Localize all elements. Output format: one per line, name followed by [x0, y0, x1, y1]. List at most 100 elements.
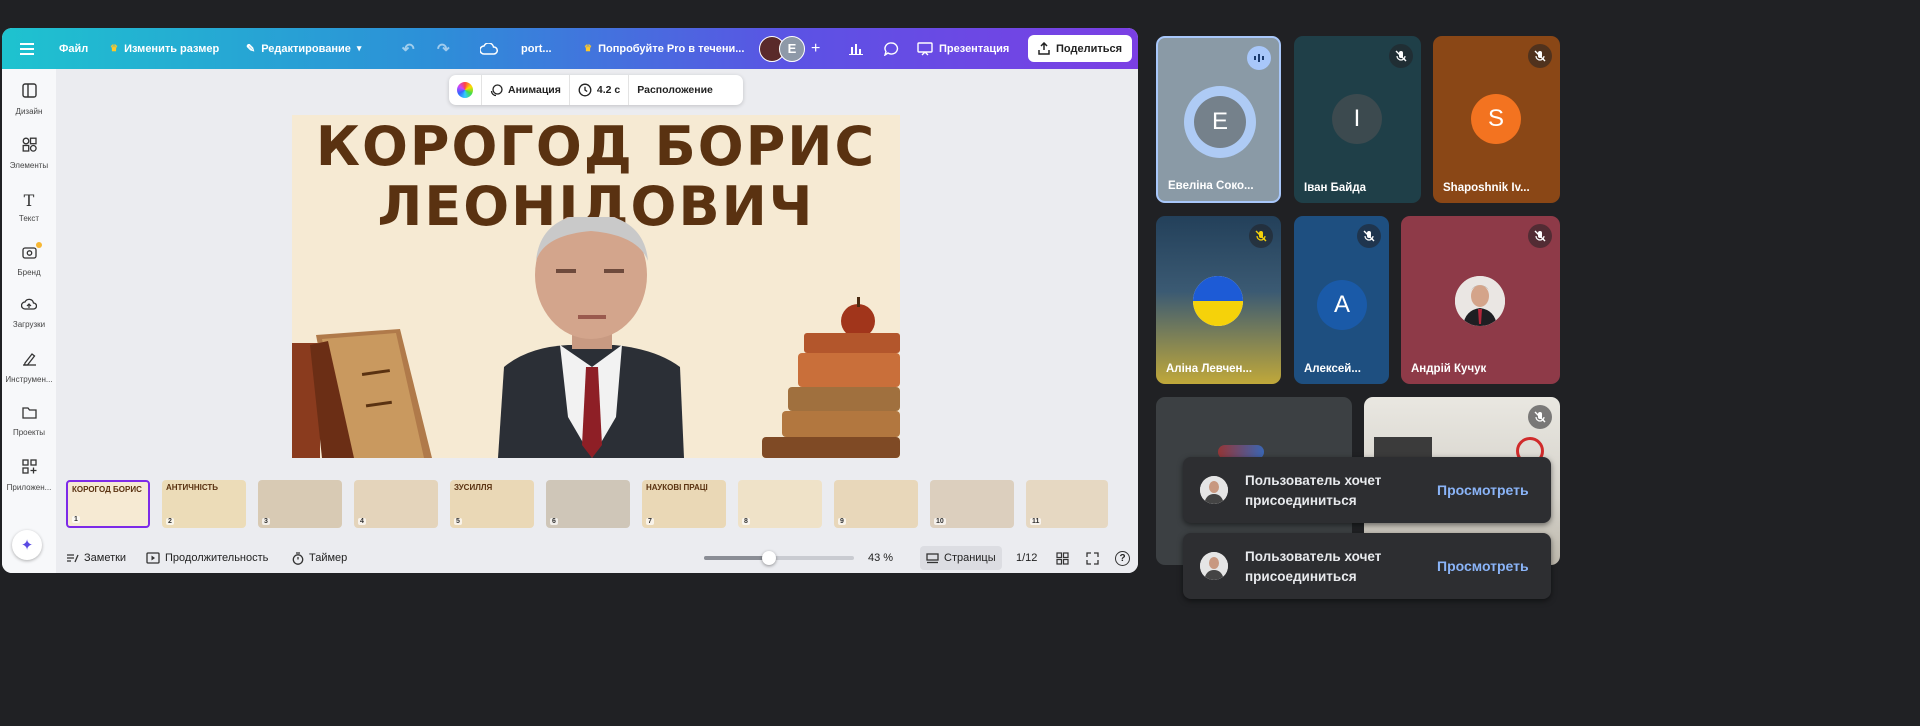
participant-tile[interactable]: Андрій Кучук: [1401, 216, 1560, 384]
position-button[interactable]: Расположение: [629, 75, 721, 105]
share-button-wrap: Поделиться: [1028, 28, 1133, 69]
sidebar-item-uploads[interactable]: Загрузки: [2, 297, 56, 341]
magic-assistant-button[interactable]: ✦: [12, 530, 42, 560]
slide-thumbnail[interactable]: 10: [930, 480, 1014, 528]
sidebar-item-elements[interactable]: Элементы: [2, 137, 56, 181]
user-avatar: [1200, 552, 1228, 580]
undo-icon[interactable]: ↶: [402, 28, 415, 69]
speaking-indicator-icon: [1247, 46, 1271, 70]
color-button[interactable]: [449, 75, 482, 105]
avatar: A: [1317, 280, 1367, 330]
notes-icon: [67, 554, 79, 563]
slide-thumbnails: КОРОГОД БОРИС 1 АНТИЧНІСТЬ 2 3 4 ЗУСИЛЛЯ…: [64, 478, 1130, 532]
canva-top-bar: Файл ♛ Изменить размер ✎ Редактирование …: [2, 28, 1138, 69]
avatar-photo: [1455, 276, 1505, 326]
folder-icon: [21, 405, 37, 425]
resize-button[interactable]: ♛ Изменить размер: [110, 28, 219, 69]
grid-view-icon[interactable]: [1056, 543, 1069, 573]
element-toolbar: Анимация 4.2 с Расположение: [449, 75, 743, 105]
canva-bottom-bar: Заметки Продолжительность Таймер 43 % Ст…: [56, 543, 1138, 573]
participant-tile[interactable]: E Евеліна Соко...: [1156, 36, 1281, 203]
sidebar-item-brand[interactable]: Бренд: [2, 242, 56, 288]
slide-thumbnail[interactable]: НАУКОВІ ПРАЦІ 7: [642, 480, 726, 528]
present-button[interactable]: Презентация: [917, 28, 1009, 69]
animation-button[interactable]: Анимация: [482, 75, 570, 105]
participant-tile[interactable]: I Іван Байда: [1294, 36, 1421, 203]
sidebar-item-projects[interactable]: Проекты: [2, 405, 56, 449]
animation-icon: [490, 83, 503, 96]
insights-icon[interactable]: [849, 28, 863, 69]
avatar: I: [1332, 94, 1382, 144]
file-menu[interactable]: Файл: [59, 28, 88, 69]
zoom-slider[interactable]: [704, 543, 854, 573]
sparkle-icon: ✦: [20, 537, 34, 554]
present-icon: [917, 41, 933, 55]
mic-off-icon: [1357, 224, 1381, 248]
participant-tile[interactable]: A Алексей...: [1294, 216, 1389, 384]
slide-thumbnail[interactable]: 8: [738, 480, 822, 528]
comment-icon[interactable]: [884, 28, 899, 69]
stopwatch-icon: [292, 551, 304, 565]
books-apple-illustration: [762, 297, 900, 458]
crown-icon: ♛: [584, 43, 593, 53]
slide-thumbnail[interactable]: ЗУСИЛЛЯ 5: [450, 480, 534, 528]
fullscreen-icon[interactable]: [1086, 543, 1099, 573]
share-button[interactable]: Поделиться: [1028, 35, 1133, 62]
join-request-notification: Пользователь хочет присоединиться Просмо…: [1183, 533, 1551, 599]
play-square-icon: [146, 552, 160, 564]
view-request-link[interactable]: Просмотреть: [1437, 558, 1529, 574]
sidebar-item-design[interactable]: Дизайн: [2, 83, 56, 127]
shapes-icon: [22, 137, 37, 158]
mic-off-icon: [1528, 405, 1552, 429]
sidebar-item-apps[interactable]: Приложен...: [2, 459, 56, 503]
slide-canvas[interactable]: КОРОГОД БОРИС ЛЕОНІДОВИЧ: [292, 115, 900, 458]
slide-thumbnail[interactable]: АНТИЧНІСТЬ 2: [162, 480, 246, 528]
slide-thumbnail[interactable]: КОРОГОД БОРИС 1: [66, 480, 150, 528]
try-pro-button[interactable]: ♛ Попробуйте Pro в течени...: [584, 28, 744, 69]
add-collaborator-icon[interactable]: +: [811, 40, 820, 58]
slide-thumbnail[interactable]: 6: [546, 480, 630, 528]
participant-tile[interactable]: S Shaposhnik Iv...: [1433, 36, 1560, 203]
sidebar-item-tools[interactable]: Инструмен...: [2, 351, 56, 395]
mic-off-icon: [1528, 224, 1552, 248]
zoom-slider-handle[interactable]: [762, 551, 776, 565]
avatar-ring: E: [1184, 86, 1256, 158]
brand-icon: [21, 242, 42, 265]
notes-button[interactable]: Заметки: [66, 543, 126, 573]
portrait-photo: [498, 217, 684, 458]
slide-thumbnail[interactable]: 11: [1026, 480, 1108, 528]
participant-tile[interactable]: Аліна Левчен...: [1156, 216, 1281, 384]
apps-icon: [21, 459, 37, 480]
pages-button[interactable]: Страницы: [920, 546, 1002, 570]
view-request-link[interactable]: Просмотреть: [1437, 482, 1529, 498]
timer-button[interactable]: Таймер: [292, 543, 347, 573]
page-counter: 1/12: [1016, 552, 1038, 564]
desktop: Файл ♛ Изменить размер ✎ Редактирование …: [0, 0, 1568, 599]
zoom-level[interactable]: 43 %: [868, 543, 893, 573]
color-wheel-icon: [457, 82, 473, 98]
mic-off-icon: [1528, 44, 1552, 68]
slide-thumbnail[interactable]: 4: [354, 480, 438, 528]
edit-mode-dropdown[interactable]: ✎ Редактирование ▾: [246, 28, 361, 69]
slide-thumbnail[interactable]: 3: [258, 480, 342, 528]
books-left-illustration: [292, 329, 432, 458]
duration-button[interactable]: Продолжительность: [146, 543, 268, 573]
menu-icon[interactable]: [20, 28, 34, 69]
pencil-icon: ✎: [246, 43, 256, 55]
redo-icon[interactable]: ↷: [437, 28, 450, 69]
ukraine-flag-avatar: [1193, 276, 1243, 326]
chevron-down-icon: ▾: [356, 43, 362, 53]
sidebar-item-text[interactable]: T Текст: [2, 191, 56, 235]
avatar[interactable]: E: [779, 35, 805, 62]
help-icon[interactable]: ?: [1115, 543, 1130, 573]
canva-sidebar: Дизайн Элементы T Текст Бренд Загрузки И…: [2, 69, 56, 573]
pro-badge-icon: [35, 242, 42, 248]
document-title[interactable]: port...: [521, 28, 552, 69]
upload-cloud-icon: [20, 297, 38, 317]
slide-thumbnail[interactable]: 9: [834, 480, 918, 528]
avatar: S: [1471, 94, 1521, 144]
pages-icon: [926, 552, 939, 563]
timing-button[interactable]: 4.2 с: [570, 75, 630, 105]
pen-icon: [22, 351, 37, 372]
cloud-save-icon[interactable]: [480, 28, 498, 69]
